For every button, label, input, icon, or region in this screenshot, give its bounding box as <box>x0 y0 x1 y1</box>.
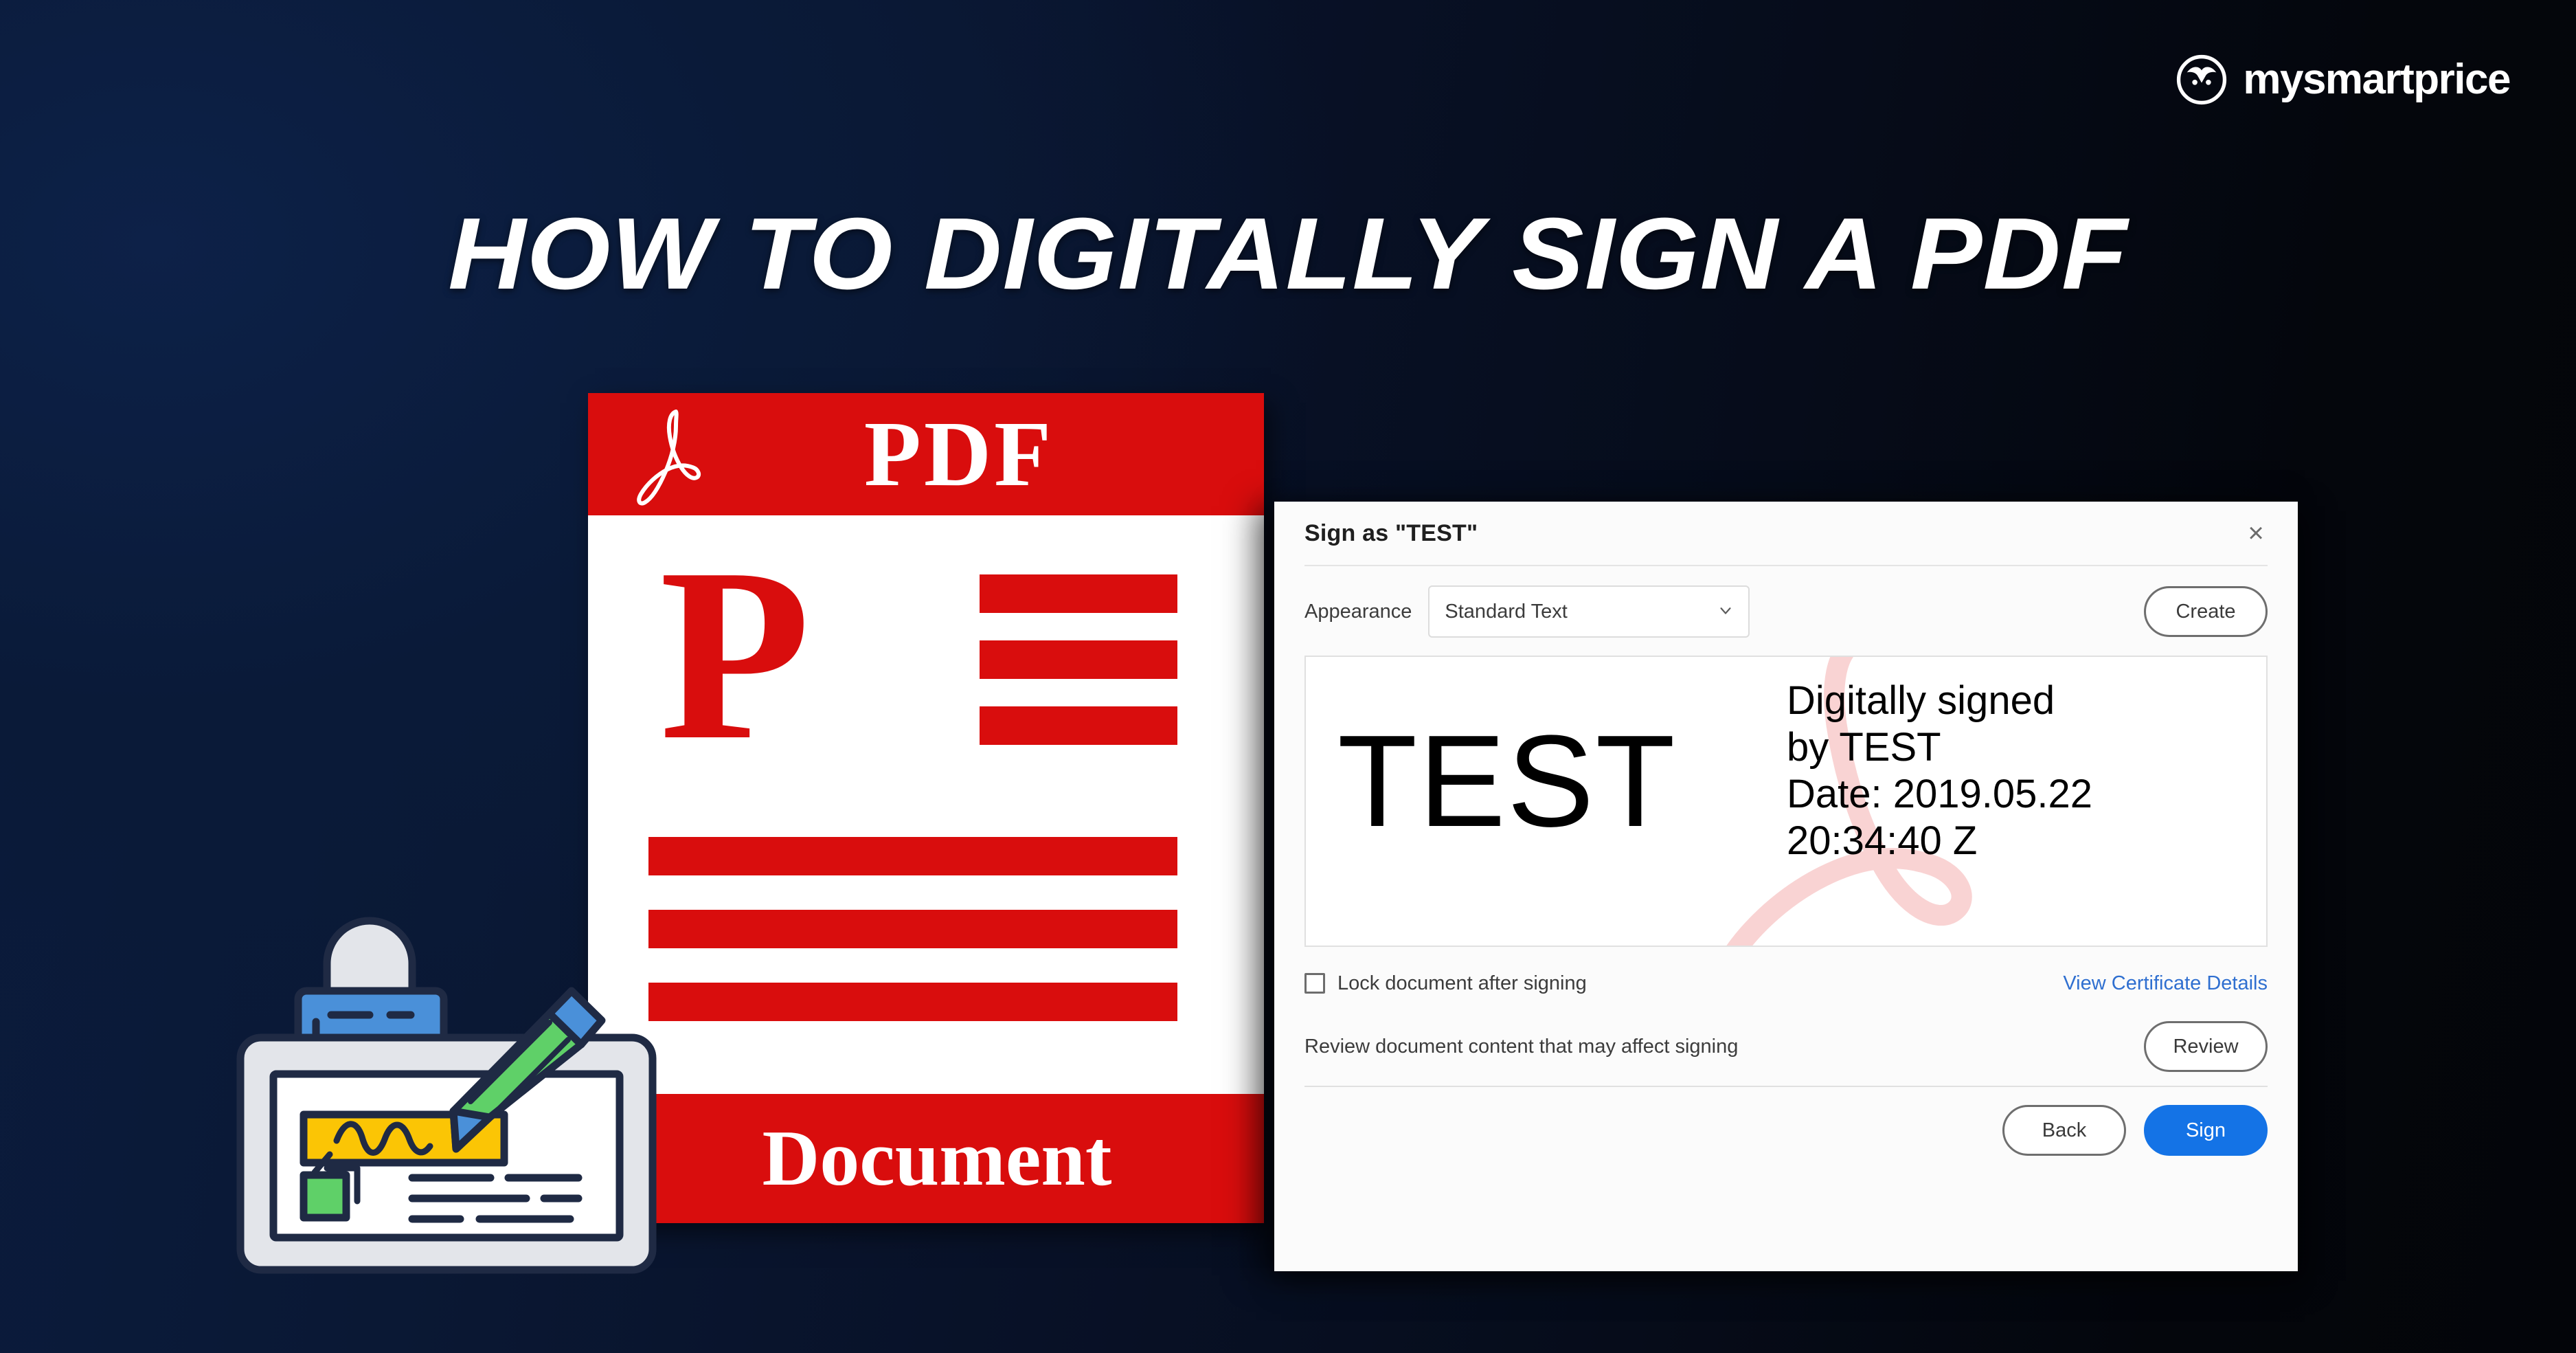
signature-details-line-4: 20:34:40 Z <box>1787 818 1978 863</box>
pdf-text-bar <box>648 983 1177 1021</box>
checkbox-box-icon <box>1304 973 1325 994</box>
pdf-text-bar <box>980 574 1177 613</box>
review-description: Review document content that may affect … <box>1304 1035 1739 1058</box>
brand-wordmark: mysmartprice <box>2243 56 2511 103</box>
sign-as-dialog: Sign as "TEST" × Appearance Standard Tex… <box>1274 502 2298 1271</box>
pdf-text-bar <box>980 706 1177 745</box>
pdf-document-graphic: PDF P Document <box>588 393 1264 1223</box>
lock-document-label: Lock document after signing <box>1337 972 1587 994</box>
pdf-card-body: P <box>588 515 1264 1094</box>
signature-name: TEST <box>1337 708 1677 854</box>
chevron-down-icon <box>1720 607 1731 614</box>
dialog-title: Sign as "TEST" <box>1304 519 1478 546</box>
signature-details-line-1: Digitally signed <box>1787 678 2055 723</box>
adobe-acrobat-a-icon <box>637 410 701 506</box>
page-title: HOW TO DIGITALLY SIGN A PDF <box>448 197 2128 311</box>
pdf-body-letter: P <box>659 517 811 791</box>
lock-document-checkbox[interactable]: Lock document after signing <box>1304 972 1587 995</box>
signature-preview[interactable]: TEST Digitally signed by TEST Date: 2019… <box>1304 656 2268 947</box>
owl-mark-icon <box>2177 54 2227 105</box>
document-signing-illustration <box>227 873 666 1278</box>
signature-details: Digitally signed by TEST Date: 2019.05.2… <box>1787 678 2261 864</box>
review-row: Review document content that may affect … <box>1274 1020 2298 1073</box>
pdf-text-bar <box>648 910 1177 948</box>
pdf-text-bar <box>980 640 1177 679</box>
appearance-selected-value: Standard Text <box>1445 600 1568 623</box>
close-icon[interactable]: × <box>2237 515 2274 552</box>
back-button[interactable]: Back <box>2002 1105 2126 1156</box>
signature-details-line-2: by TEST <box>1787 724 1941 770</box>
pdf-card-footer: Document <box>588 1094 1264 1223</box>
appearance-row: Appearance Standard Text Create <box>1274 566 2298 638</box>
pdf-card-header: PDF <box>588 393 1264 515</box>
poster-canvas: mysmartprice HOW TO DIGITALLY SIGN A PDF… <box>0 0 2576 1353</box>
pdf-text-bar <box>648 837 1177 875</box>
review-button[interactable]: Review <box>2144 1021 2268 1072</box>
dialog-titlebar: Sign as "TEST" × <box>1274 502 2298 565</box>
sign-button[interactable]: Sign <box>2144 1105 2268 1156</box>
pdf-header-label: PDF <box>863 403 1054 506</box>
pdf-footer-label: Document <box>762 1115 1112 1203</box>
view-certificate-details-link[interactable]: View Certificate Details <box>2063 972 2268 995</box>
appearance-label: Appearance <box>1304 600 1412 623</box>
brand-logo: mysmartprice <box>2176 54 2511 106</box>
create-button[interactable]: Create <box>2144 586 2268 637</box>
signature-details-line-3: Date: 2019.05.22 <box>1787 771 2093 816</box>
appearance-select[interactable]: Standard Text <box>1428 585 1750 638</box>
padlock-shackle-icon <box>323 917 416 999</box>
stamp-icon <box>300 1171 350 1222</box>
dialog-footer: Back Sign <box>1274 1087 2298 1156</box>
lock-document-row: Lock document after signing View Certifi… <box>1274 957 2298 1010</box>
